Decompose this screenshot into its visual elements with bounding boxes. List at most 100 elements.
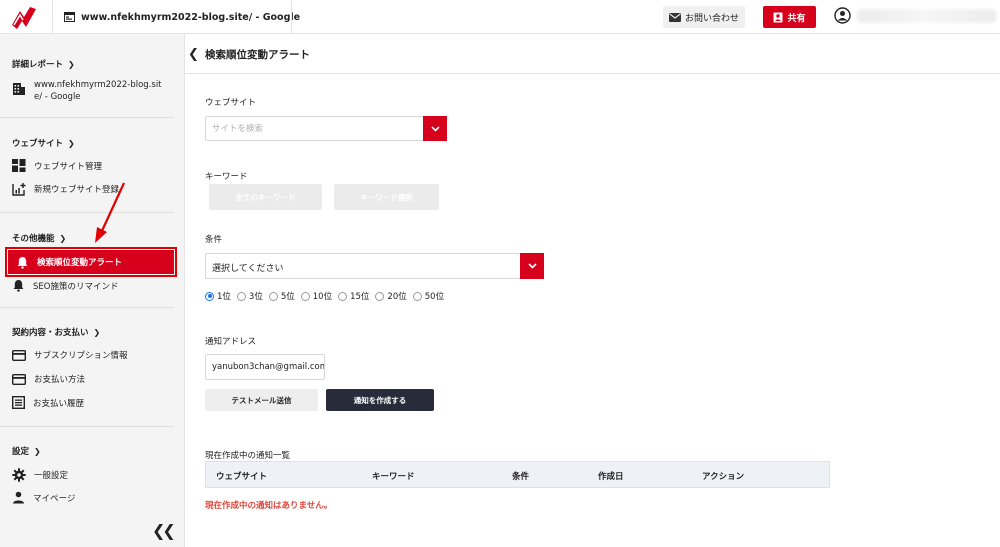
section-title: 契約内容・お支払い	[12, 328, 89, 338]
page-title: 検索順位変動アラート	[205, 49, 310, 61]
sidebar-item-website-management[interactable]: ウェブサイト管理	[12, 159, 102, 172]
chevron-down-icon: ❯	[59, 233, 67, 243]
user-avatar-icon	[834, 7, 851, 24]
user-menu[interactable]: ⌄	[834, 7, 1000, 24]
rank-option-label: 10位	[312, 292, 333, 302]
divider	[0, 426, 174, 427]
rank-radio-group: 1位 3位 5位 10位 15位 20位 50位	[205, 290, 444, 302]
chevron-down-icon: ❯	[34, 446, 41, 456]
rank-option[interactable]: 10位	[300, 290, 333, 302]
section-website[interactable]: ウェブサイト ❯	[12, 137, 75, 150]
rank-option[interactable]: 5位	[268, 290, 295, 302]
select-keywords-button[interactable]: キーワード選択	[334, 184, 439, 210]
email-label: 通知アドレス	[205, 337, 257, 347]
radio-button[interactable]	[300, 291, 310, 301]
mail-icon	[668, 12, 681, 22]
chevron-down-icon: ❯	[93, 327, 101, 337]
rank-option[interactable]: 15位	[338, 290, 369, 302]
sidebar-item-site-report[interactable]: www.nfekhmyrm2022-blog.site/ - Google	[12, 79, 172, 103]
chevron-down-icon	[430, 125, 440, 132]
rank-option-label: 20位	[387, 292, 407, 302]
divider	[0, 117, 174, 118]
radio-button[interactable]	[205, 291, 214, 301]
bell-icon	[13, 280, 24, 292]
section-title: 設定	[12, 447, 30, 457]
sidebar-item-subscription[interactable]: サブスクリプション情報	[12, 349, 128, 361]
email-field	[205, 354, 325, 380]
site-selector[interactable]: www.nfekhmyrm2022-blog.site/ - Google	[64, 10, 300, 24]
list-title: 現在作成中の通知一覧	[205, 451, 291, 461]
list-document-icon	[12, 396, 25, 409]
rank-option[interactable]: 3位	[236, 290, 263, 302]
condition-select[interactable]: 選択してください	[205, 253, 544, 279]
radio-button[interactable]	[236, 291, 246, 301]
website-search	[205, 116, 447, 141]
column-header: 作成日	[598, 472, 624, 482]
radio-button[interactable]	[268, 291, 278, 301]
section-title: その他機能	[12, 234, 55, 244]
sidebar-item-label: SEO施策のリマインド	[33, 281, 119, 292]
sidebar-item-payment-method[interactable]: お支払い方法	[12, 373, 85, 385]
back-arrow-icon[interactable]: ❮	[188, 47, 199, 62]
radio-button[interactable]	[338, 291, 348, 301]
share-button[interactable]: 共有	[763, 6, 816, 28]
section-title: ウェブサイト	[12, 139, 64, 149]
sidebar-item-rank-alert[interactable]: 検索順位変動アラート	[5, 247, 177, 277]
sidebar-item-seo-reminder[interactable]: SEO施策のリマインド	[12, 279, 118, 292]
annotation-arrow	[95, 182, 125, 243]
bell-icon	[17, 256, 28, 269]
keyword-label: キーワード	[205, 172, 248, 182]
add-chart-icon	[12, 183, 26, 196]
section-settings[interactable]: 設定 ❯	[12, 445, 41, 458]
site-name: www.nfekhmyrm2022-blog.site/ - Google	[81, 11, 301, 23]
chevron-down-icon: ❯	[68, 59, 75, 69]
sidebar-item-payment-history[interactable]: お支払い履歴	[12, 396, 84, 409]
dashboard-icon	[12, 159, 26, 172]
section-reports[interactable]: 詳細レポート ❯	[12, 58, 75, 71]
column-header: キーワード	[372, 472, 415, 482]
section-other-features[interactable]: その他機能 ❯	[12, 232, 67, 245]
rank-option[interactable]: 50位	[412, 290, 444, 302]
sidebar-item-label: www.nfekhmyrm2022-blog.site/ - Google	[34, 80, 162, 102]
gear-icon	[12, 468, 26, 482]
credit-card-icon	[12, 349, 26, 361]
website-label: ウェブサイト	[205, 98, 257, 108]
logo[interactable]	[10, 5, 38, 29]
chevron-down-icon: ❯	[68, 138, 75, 148]
credit-card-icon	[12, 373, 26, 385]
radio-button[interactable]	[375, 291, 385, 301]
condition-dropdown-button[interactable]	[520, 253, 544, 279]
person-icon	[13, 491, 24, 504]
sidebar-item-my-page[interactable]: マイページ	[12, 491, 75, 504]
user-name-redacted	[857, 8, 997, 23]
website-search-input[interactable]	[206, 117, 424, 140]
website-dropdown-button[interactable]	[423, 116, 447, 141]
contact-button[interactable]: お問い合わせ	[663, 6, 745, 28]
all-keywords-button[interactable]: 全てのキーワード	[209, 184, 322, 210]
sidebar-item-label: お支払い履歴	[33, 398, 85, 409]
column-header: ウェブサイト	[216, 472, 268, 482]
share-icon	[773, 12, 783, 22]
collapse-sidebar-icon[interactable]: ❮❮	[152, 521, 176, 540]
top-bar: www.nfekhmyrm2022-blog.site/ - Google お問…	[0, 0, 1000, 34]
notification-table-header: ウェブサイト キーワード 条件 作成日 アクション	[205, 461, 830, 488]
rank-option[interactable]: 1位	[205, 290, 231, 302]
empty-state-message: 現在作成中の通知はありません。	[205, 501, 333, 511]
create-notification-button[interactable]: 通知を作成する	[326, 389, 434, 411]
divider	[0, 307, 174, 308]
contact-label: お問い合わせ	[684, 13, 739, 24]
building-icon	[13, 83, 25, 95]
sidebar-item-label: マイページ	[33, 493, 76, 504]
sidebar-item-label: サブスクリプション情報	[34, 351, 128, 361]
chevron-down-icon	[527, 263, 537, 269]
sidebar-item-label: 一般設定	[34, 471, 69, 481]
column-header: 条件	[512, 472, 530, 482]
test-email-button[interactable]: テストメール送信	[205, 389, 318, 411]
sidebar-item-general-settings[interactable]: 一般設定	[12, 468, 68, 482]
site-icon	[64, 12, 75, 22]
email-input[interactable]	[206, 355, 324, 379]
rank-option[interactable]: 20位	[375, 290, 407, 302]
section-billing[interactable]: 契約内容・お支払い ❯	[12, 326, 101, 339]
sidebar-item-label: お支払い方法	[34, 375, 86, 385]
radio-button[interactable]	[412, 291, 422, 301]
